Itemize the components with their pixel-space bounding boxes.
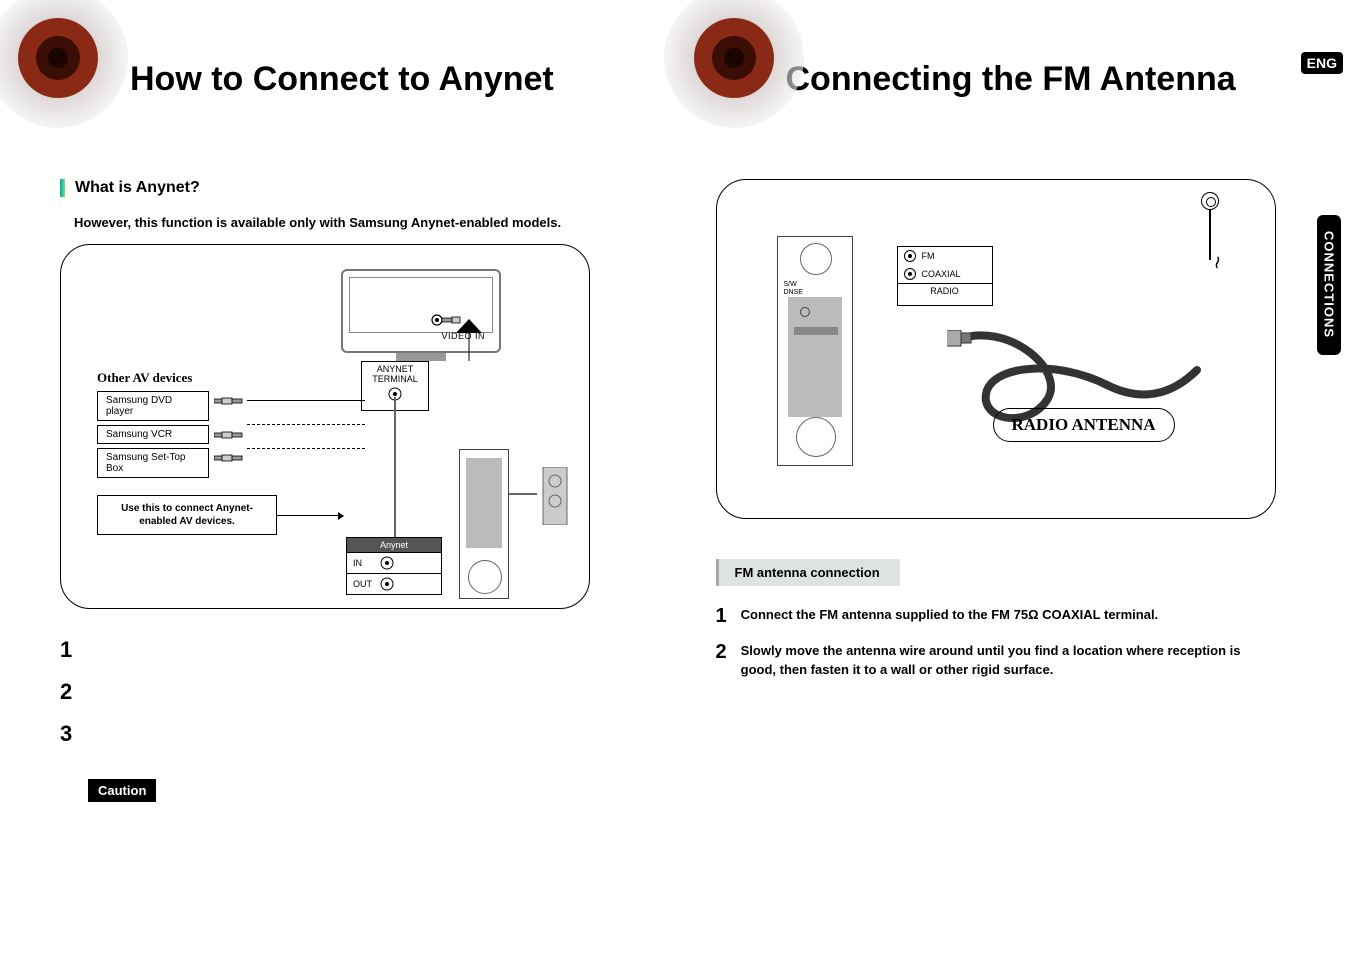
port-icon bbox=[379, 576, 395, 592]
dashed-connector-icon bbox=[247, 448, 365, 449]
anynet-cable-icon bbox=[394, 397, 396, 537]
av-device-item: Samsung Set-Top Box bbox=[97, 448, 209, 478]
step-number: 3 bbox=[60, 721, 636, 747]
anynet-terminal-label: ANYNET TERMINAL bbox=[364, 364, 426, 384]
tv-lead-line-icon bbox=[456, 319, 482, 361]
left-page: How to Connect to Anynet What is Anynet?… bbox=[0, 0, 676, 954]
right-heading: Connecting the FM Antenna bbox=[786, 60, 1302, 99]
wire-break-icon: ≀ bbox=[1212, 252, 1222, 274]
dashed-connector-icon bbox=[247, 424, 365, 425]
step-text: Slowly move the antenna wire around unti… bbox=[741, 642, 1261, 680]
anynet-io-title: Anynet bbox=[347, 538, 441, 552]
left-steps: 1 2 3 bbox=[60, 637, 636, 747]
fm-section-label: FM antenna connection bbox=[716, 559, 900, 586]
av-device-item: Samsung DVD player bbox=[97, 391, 209, 421]
accent-bar-icon bbox=[60, 179, 65, 197]
solid-connector-icon bbox=[247, 400, 365, 401]
step-number: 1 bbox=[60, 637, 636, 663]
coaxial-port-label: COAXIAL bbox=[922, 269, 961, 279]
what-is-anynet-heading: What is Anynet? bbox=[60, 179, 636, 197]
side-connector-icon bbox=[537, 467, 573, 525]
step-number: 2 bbox=[716, 642, 727, 662]
anynet-io-panel: Anynet IN OUT bbox=[346, 537, 442, 595]
callout-box: Use this to connect Anynet-enabled AV de… bbox=[97, 495, 277, 535]
fm-antenna-diagram: S/W DNSE FM COAXIAL RADIO ≀ bbox=[716, 179, 1276, 519]
speaker-decoration-icon bbox=[0, 0, 140, 140]
plug-icon bbox=[214, 394, 244, 411]
rear-sw-label: S/W bbox=[784, 281, 797, 288]
speaker-decoration-icon bbox=[656, 0, 816, 140]
av-device-item: Samsung VCR bbox=[97, 425, 209, 444]
fm-port-label: FM bbox=[922, 251, 935, 261]
section-tab: CONNECTIONS bbox=[1317, 215, 1341, 355]
caution-box: Caution bbox=[88, 779, 156, 802]
av-device-label: Samsung Set-Top Box bbox=[106, 452, 186, 474]
radio-antenna-label: RADIO ANTENNA bbox=[993, 408, 1175, 442]
main-unit-rear-icon: S/W DNSE bbox=[777, 236, 853, 466]
rear-dnse-label: DNSE bbox=[784, 289, 803, 296]
av-device-list: Samsung DVD player Samsung VCR Samsung S… bbox=[97, 391, 209, 482]
fm-port-icon bbox=[904, 250, 916, 262]
av-device-label: Samsung VCR bbox=[106, 429, 172, 440]
callout-text: Use this to connect Anynet-enabled AV de… bbox=[121, 503, 253, 527]
step-text: Connect the FM antenna supplied to the F… bbox=[741, 606, 1159, 625]
antenna-wire-icon bbox=[1209, 210, 1211, 260]
plug-icon bbox=[214, 428, 244, 445]
step-number: 2 bbox=[60, 679, 636, 705]
antenna-loop-icon bbox=[1201, 192, 1219, 210]
sub-heading-text: What is Anynet? bbox=[75, 179, 200, 197]
anynet-out-label: OUT bbox=[353, 579, 379, 589]
lang-badge: ENG bbox=[1301, 52, 1343, 74]
step-number: 1 bbox=[716, 606, 727, 626]
main-unit-icon bbox=[459, 449, 509, 599]
left-heading: How to Connect to Anynet bbox=[130, 60, 636, 99]
callout-arrow-icon bbox=[277, 515, 343, 516]
plug-icon bbox=[214, 451, 244, 468]
radio-panel-title: RADIO bbox=[898, 283, 992, 298]
port-icon bbox=[379, 555, 395, 571]
anynet-diagram: VIDEO IN ANYNET TERMINAL Other AV device… bbox=[60, 244, 590, 609]
intro-text: However, this function is available only… bbox=[74, 215, 636, 230]
fm-step: 1 Connect the FM antenna supplied to the… bbox=[716, 606, 1302, 626]
right-page: ENG CONNECTIONS Connecting the FM Antenn… bbox=[676, 0, 1351, 954]
anynet-in-label: IN bbox=[353, 558, 379, 568]
coaxial-port-icon bbox=[904, 268, 916, 280]
fm-step: 2 Slowly move the antenna wire around un… bbox=[716, 642, 1302, 680]
av-device-label: Samsung DVD player bbox=[106, 395, 172, 417]
other-av-label: Other AV devices bbox=[97, 370, 192, 386]
radio-terminal-panel: FM COAXIAL RADIO bbox=[897, 246, 993, 306]
wire-icon bbox=[509, 493, 537, 495]
